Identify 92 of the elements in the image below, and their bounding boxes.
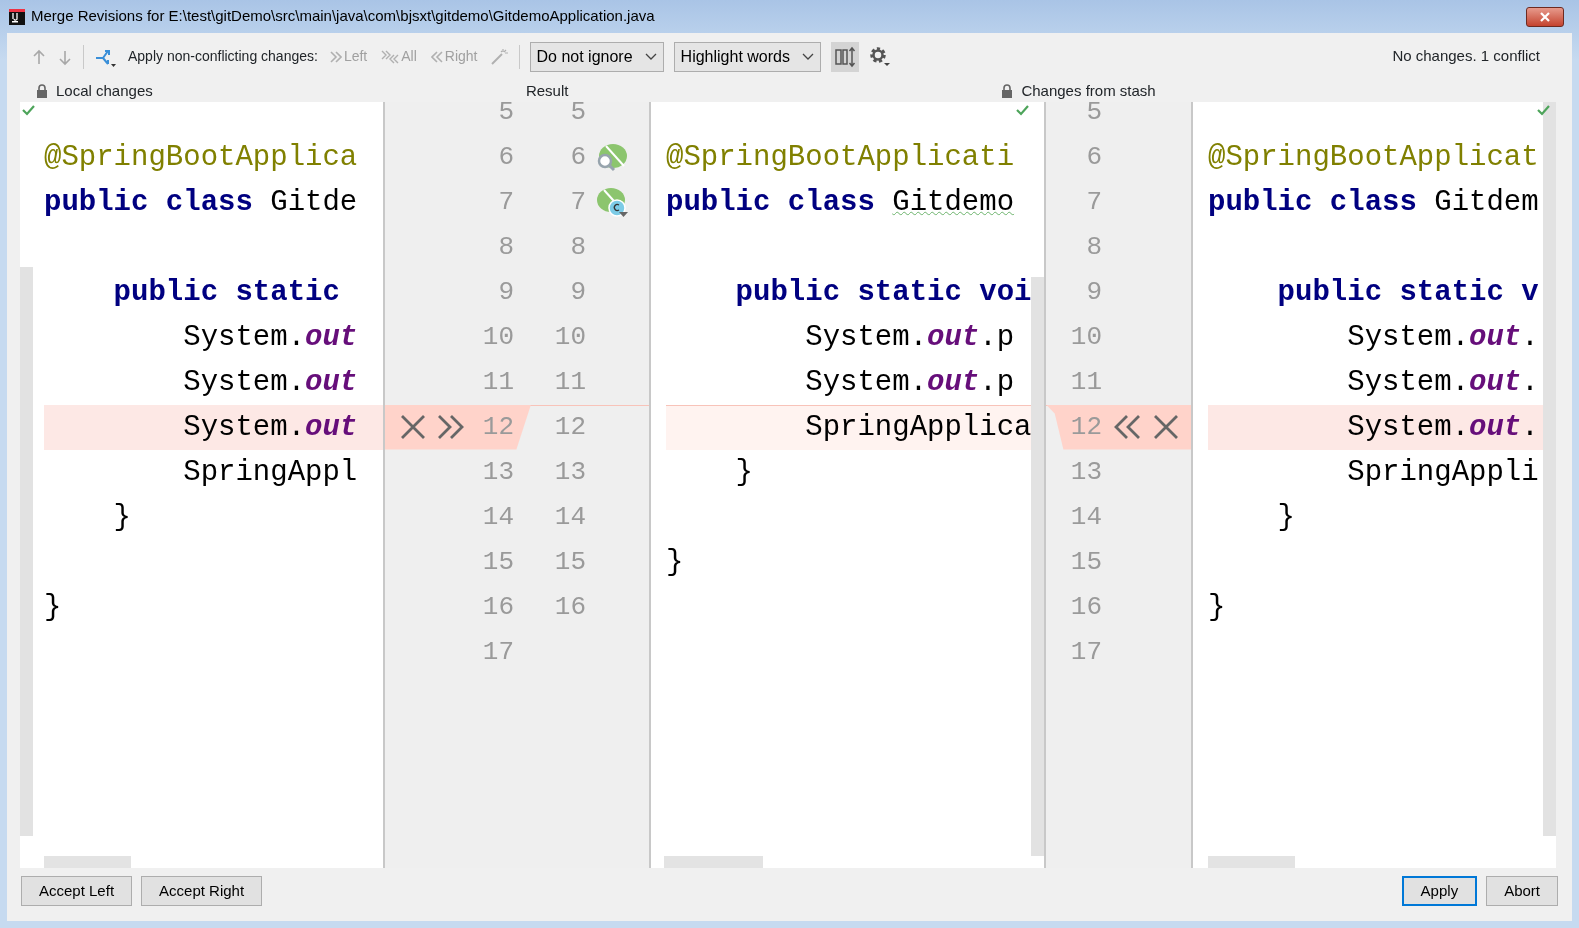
code-line: public class Gitdem — [1208, 184, 1540, 221]
code-line: @SpringBootApplicati — [666, 139, 1016, 176]
line-number: 10 — [481, 320, 514, 354]
check-icon — [1016, 104, 1029, 116]
code-line: } — [44, 589, 63, 626]
window-title: Merge Revisions for E:\test\gitDemo\src\main\java\com\bjsxt\gitdemo\GitdemoApplication.java — [31, 6, 655, 27]
line-number: 7 — [497, 185, 514, 219]
dialog-button[interactable]: Accept Right — [141, 876, 263, 906]
line-number: 12 — [481, 410, 514, 444]
code-line: @SpringBootApplica — [44, 139, 359, 176]
line-number: 15 — [1069, 545, 1102, 579]
line-number: 7 — [569, 185, 586, 219]
line-number: 14 — [553, 500, 586, 534]
code-line: System.out. — [1346, 364, 1540, 401]
pane-title: Local changes — [56, 80, 153, 101]
line-number: 17 — [481, 635, 514, 669]
code-line: } — [1276, 499, 1296, 536]
double-chevron-right-icon — [329, 49, 342, 64]
line-number: 12 — [1069, 410, 1102, 444]
line-number: 8 — [569, 230, 586, 264]
line-number: 16 — [553, 590, 586, 624]
code-line: } — [666, 544, 685, 581]
line-number: 10 — [1069, 320, 1102, 354]
line-number: 7 — [1085, 185, 1102, 219]
line-number: 15 — [481, 545, 514, 579]
caret-icon — [644, 52, 657, 61]
caret-icon — [801, 52, 814, 61]
dialog-button[interactable]: Abort — [1486, 876, 1558, 906]
close-button[interactable] — [1526, 6, 1564, 27]
status-text: No changes. 1 conflict — [1392, 46, 1540, 67]
line-number: 14 — [1069, 500, 1102, 534]
pane-title: Changes from stash — [1021, 80, 1156, 101]
close-icon — [1539, 11, 1551, 22]
line-number: 15 — [553, 545, 586, 579]
dropdown[interactable]: Do not ignore — [529, 41, 664, 72]
app-logo-icon — [9, 8, 25, 25]
code-line: public class Gitdemo — [666, 184, 1016, 221]
toolbar-label: Apply non-conflicting changes: — [128, 47, 318, 66]
line-number: 11 — [481, 365, 514, 399]
line-number: 11 — [553, 365, 586, 399]
code-line: System.out — [182, 364, 359, 401]
code-line: System.out — [182, 319, 359, 356]
code-line: SpringAppl — [182, 454, 359, 491]
line-number: 6 — [569, 140, 586, 174]
line-number: 5 — [1085, 102, 1102, 129]
dropdown[interactable]: Highlight words — [673, 41, 821, 72]
line-number: 16 — [1069, 590, 1102, 624]
dialog-button[interactable]: Accept Left — [21, 876, 133, 906]
line-number: 8 — [497, 230, 514, 264]
double-chevron-both-icon — [381, 49, 400, 64]
line-number: 8 — [1085, 230, 1102, 264]
line-number: 9 — [497, 275, 514, 309]
code-line: public static v — [1276, 274, 1540, 311]
cross-icon[interactable] — [399, 413, 427, 441]
code-line: public static voi — [734, 274, 1031, 311]
double-chevron-left-icon[interactable] — [1114, 413, 1142, 441]
line-number: 5 — [497, 102, 514, 129]
code-line: public static — [112, 274, 341, 311]
double-chevron-right-icon[interactable] — [437, 413, 465, 441]
leaf-class-icon[interactable] — [594, 186, 629, 218]
dialog-button[interactable]: Apply — [1401, 876, 1478, 906]
line-number: 10 — [553, 320, 586, 354]
line-number: 5 — [569, 102, 586, 129]
line-number: 13 — [1069, 455, 1102, 489]
line-number: 9 — [569, 275, 586, 309]
column-toggle-button[interactable] — [830, 41, 859, 72]
cross-icon[interactable] — [1152, 413, 1180, 441]
line-number: 14 — [481, 500, 514, 534]
check-icon — [1537, 104, 1550, 116]
code-line: @SpringBootApplicat — [1208, 139, 1540, 176]
line-number: 13 — [553, 455, 586, 489]
code-line: public class Gitde — [44, 184, 359, 221]
code-line: SpringAppli — [1346, 454, 1540, 491]
code-line: } — [1208, 589, 1227, 626]
line-number: 13 — [481, 455, 514, 489]
line-number: 16 — [481, 590, 514, 624]
columns-icon — [833, 45, 856, 68]
line-number: 9 — [1085, 275, 1102, 309]
pane-title: Result — [525, 80, 569, 101]
check-icon — [22, 104, 35, 116]
line-number: 12 — [553, 410, 586, 444]
code-line: } — [112, 499, 132, 536]
line-number: 6 — [1085, 140, 1102, 174]
code-line: } — [734, 454, 754, 491]
code-line: System.out.p — [804, 319, 1016, 356]
double-chevron-left-icon — [430, 49, 443, 64]
settings-icon[interactable] — [868, 45, 891, 68]
code-line: System.out.p — [804, 364, 1016, 401]
line-number: 17 — [1069, 635, 1102, 669]
line-number: 6 — [497, 140, 514, 174]
line-number: 11 — [1069, 365, 1102, 399]
code-line: System.out. — [1346, 319, 1540, 356]
